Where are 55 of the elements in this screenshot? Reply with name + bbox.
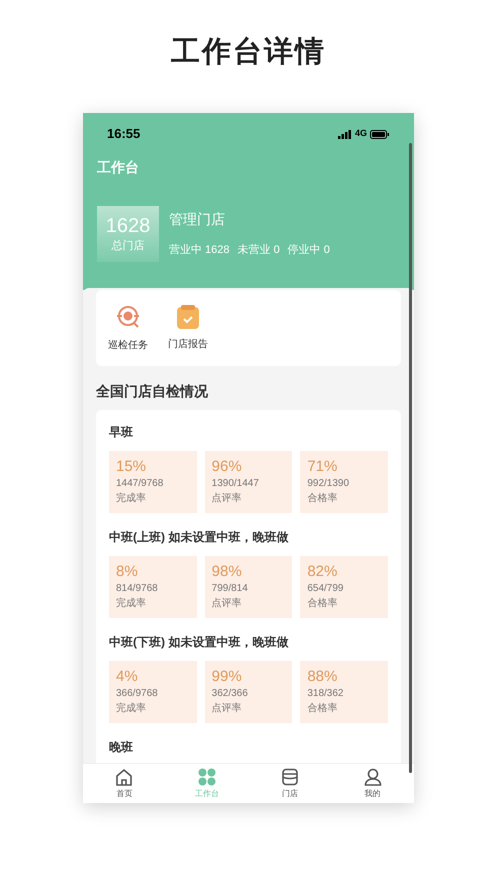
- metric-ratio: 814/9768: [116, 582, 159, 596]
- metric-ratio: 992/1390: [307, 477, 350, 491]
- metric-ratio: 362/366: [212, 687, 249, 701]
- store-stat: 停业中 0: [288, 243, 330, 258]
- status-time: 16:55: [107, 125, 140, 144]
- store-stat: 未营业 0: [238, 243, 280, 258]
- metric-label: 完成率: [116, 702, 147, 716]
- shift-title: 早班: [109, 424, 134, 441]
- metric-label: 合格率: [307, 492, 338, 506]
- shift-title: 中班(下班) 如未设置中班，晚班做: [109, 634, 290, 651]
- page-title: 工作台详情: [171, 35, 326, 70]
- metric-label: 点评率: [212, 492, 243, 506]
- shift-title: 中班(上班) 如未设置中班，晚班做: [109, 529, 290, 546]
- metric-label: 完成率: [116, 596, 147, 611]
- metric-label: 点评率: [212, 702, 243, 716]
- home-icon: [115, 768, 134, 786]
- metric-ratio: 318/362: [307, 687, 344, 701]
- grid-icon: [198, 768, 216, 786]
- shortcut-button[interactable]: 巡检任务: [108, 304, 148, 352]
- signal-icon: [338, 130, 352, 138]
- target-icon: [115, 304, 141, 330]
- section-title: 全国门店自检情况: [96, 382, 209, 401]
- store-icon: [280, 768, 299, 786]
- metric-percent: 88%: [307, 667, 338, 687]
- user-icon: [364, 768, 382, 786]
- tab-item[interactable]: 门店: [248, 764, 332, 803]
- metric-percent: 71%: [307, 457, 338, 477]
- metric-label: 完成率: [116, 492, 147, 506]
- metric-percent: 8%: [116, 562, 139, 582]
- metric-label: 合格率: [307, 702, 338, 716]
- metric-percent: 99%: [212, 667, 243, 687]
- tab-item[interactable]: 首页: [83, 764, 166, 803]
- battery-icon: [370, 130, 390, 138]
- clipboard-check-icon: [177, 304, 199, 328]
- shortcut-button[interactable]: 门店报告: [168, 304, 208, 352]
- metric-ratio: 654/799: [307, 582, 344, 596]
- total-label: 总门店: [112, 238, 144, 254]
- metric-percent: 4%: [116, 667, 139, 687]
- metric-percent: 98%: [212, 562, 243, 582]
- manage-title: 管理门店: [169, 210, 226, 230]
- tab-item[interactable]: 我的: [331, 764, 414, 803]
- metric-percent: 15%: [116, 457, 148, 477]
- metric-ratio: 1447/9768: [116, 477, 164, 491]
- metric-ratio: 366/9768: [116, 687, 159, 701]
- metric-ratio: 1390/1447: [212, 477, 260, 491]
- metric-ratio: 799/814: [212, 582, 249, 596]
- network-label: 4G: [354, 127, 367, 140]
- metric-label: 合格率: [307, 596, 338, 611]
- header-title: 工作台: [96, 158, 140, 177]
- metric-percent: 82%: [307, 562, 338, 582]
- store-stat: 营业中 1628: [169, 243, 230, 258]
- metric-percent: 96%: [212, 457, 243, 477]
- total-count: 1628: [106, 214, 150, 238]
- shift-title: 晚班: [109, 739, 134, 756]
- metric-label: 点评率: [212, 596, 243, 611]
